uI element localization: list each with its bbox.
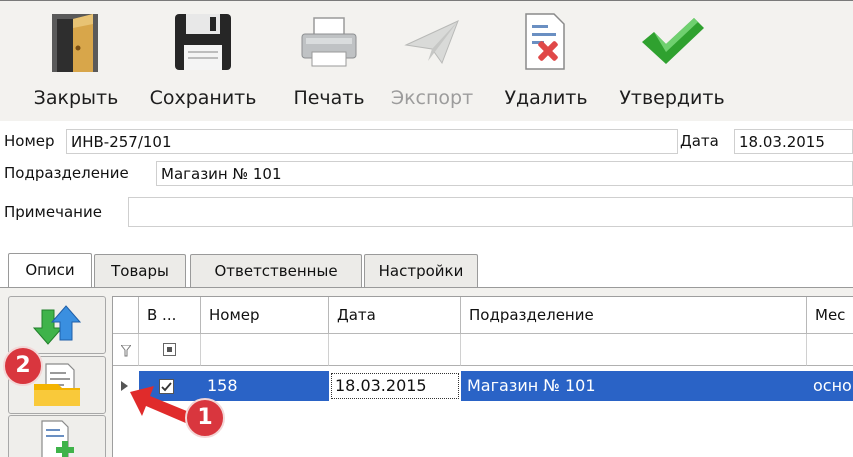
indeterminate-mark	[167, 347, 172, 352]
save-button[interactable]: Сохранить	[140, 1, 266, 121]
column-header-department[interactable]: Подразделение	[461, 297, 807, 334]
tab-settings[interactable]: Настройки	[364, 254, 478, 287]
annotation-badge-1: 1	[185, 398, 225, 438]
close-button[interactable]: Закрыть	[24, 1, 128, 121]
export-button[interactable]: Экспорт	[382, 1, 482, 121]
note-field[interactable]	[128, 197, 853, 227]
toolbar: Закрыть Сохранить Печать Экспорт Удалить…	[0, 1, 853, 121]
document-delete-icon	[492, 7, 600, 77]
tab-goods[interactable]: Товары	[94, 254, 186, 287]
department-label: Подразделение	[4, 164, 129, 182]
export-label: Экспорт	[390, 87, 474, 109]
save-label: Сохранить	[149, 87, 257, 109]
column-header-number[interactable]: Номер	[201, 297, 329, 334]
date-field[interactable]: 18.03.2015	[734, 129, 853, 154]
row-indicator-header	[113, 297, 139, 334]
printer-icon	[284, 7, 374, 77]
tab-inventories[interactable]: Описи	[8, 253, 92, 288]
header-form: Номер ИНВ-257/101 Дата 18.03.2015 Подраз…	[0, 121, 853, 241]
paper-plane-icon	[382, 7, 482, 77]
row-number-cell[interactable]: 158	[201, 371, 329, 401]
delete-button[interactable]: Удалить	[492, 1, 600, 121]
number-label: Номер	[4, 132, 55, 150]
print-button[interactable]: Печать	[284, 1, 374, 121]
inventory-grid: В ... Номер Дата Подразделение Мес 158 1…	[112, 296, 853, 457]
tab-responsible[interactable]: Ответственные	[190, 254, 362, 287]
column-header-included[interactable]: В ...	[139, 297, 201, 334]
add-document-button[interactable]	[8, 415, 106, 457]
date-label: Дата	[680, 132, 719, 150]
delete-label: Удалить	[504, 87, 588, 109]
row-department-cell[interactable]: Магазин № 101	[461, 371, 807, 401]
print-label: Печать	[293, 87, 365, 109]
note-label: Примечание	[4, 203, 102, 221]
filter-icon-cell[interactable]	[113, 334, 139, 366]
close-label: Закрыть	[33, 87, 119, 109]
document-add-icon	[41, 420, 74, 457]
floppy-disk-icon	[140, 7, 266, 77]
row-extra-cell[interactable]: осно	[807, 371, 853, 401]
filter-department-cell[interactable]	[461, 334, 807, 366]
filter-date-cell[interactable]	[329, 334, 461, 366]
arrows-up-down-icon	[32, 305, 82, 345]
filter-checkbox-indeterminate[interactable]	[163, 343, 176, 356]
annotation-badge-2: 2	[3, 346, 43, 386]
document-window: Закрыть Сохранить Печать Экспорт Удалить…	[0, 0, 853, 457]
filter-funnel-icon	[121, 345, 131, 357]
number-field[interactable]: ИНВ-257/101	[66, 129, 678, 154]
approve-label: Утвердить	[619, 87, 725, 109]
checkmark-icon	[612, 7, 732, 77]
filter-included-cell[interactable]	[139, 334, 201, 366]
row-date-cell[interactable]: 18.03.2015	[329, 371, 461, 401]
filter-number-cell[interactable]	[201, 334, 329, 366]
column-header-date[interactable]: Дата	[329, 297, 461, 334]
filter-extra-cell[interactable]	[807, 334, 853, 366]
department-field[interactable]: Магазин № 101	[156, 161, 853, 186]
tab-bar: Описи Товары Ответственные Настройки	[0, 253, 853, 288]
approve-button[interactable]: Утвердить	[612, 1, 732, 121]
door-icon	[24, 7, 128, 77]
column-header-extra[interactable]: Мес	[807, 297, 853, 334]
